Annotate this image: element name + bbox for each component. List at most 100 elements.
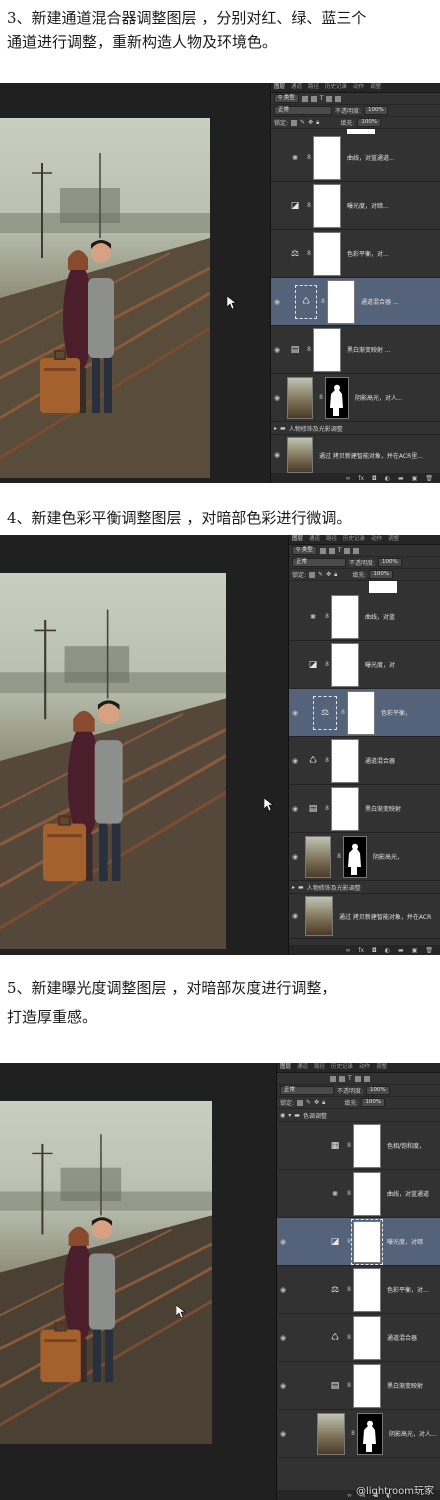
layer-row-black-white[interactable]: ◉ ▤ 8 黑白渐变映射: [289, 785, 440, 833]
tab-channels[interactable]: 通道: [297, 1063, 308, 1072]
layer-row-color-balance[interactable]: ◉ ⚖ 8 色彩平衡，: [289, 689, 440, 737]
lock-image-icon[interactable]: ✎: [318, 571, 323, 578]
layer-row-hue-saturation[interactable]: ▦ 8 色相/饱和度，: [277, 1122, 440, 1170]
type-filter-icon[interactable]: T: [320, 95, 324, 102]
lock-all-icon[interactable]: 🔒︎: [322, 1099, 325, 1107]
fill-input[interactable]: 100%: [357, 118, 382, 127]
smart-filter-icon[interactable]: [363, 1075, 370, 1082]
visibility-icon[interactable]: ◉: [277, 1382, 289, 1390]
layer-group-row[interactable]: ◉ ▾ ▬ 色调调整: [277, 1109, 440, 1122]
link-layers-icon[interactable]: ∞: [347, 1492, 352, 1499]
adjustment-filter-icon[interactable]: [310, 95, 317, 102]
lock-transparent-icon[interactable]: [297, 1099, 304, 1106]
add-mask-icon[interactable]: ◘: [372, 947, 377, 954]
layer-row-color-balance[interactable]: ⚖ 8 色彩平衡，对...: [271, 230, 440, 278]
layer-row-curves[interactable]: ⨳ 8 曲线，对蓝通道: [277, 1170, 440, 1218]
tab-layers[interactable]: 图层: [274, 83, 285, 92]
pixel-filter-icon[interactable]: [301, 95, 308, 102]
new-layer-icon[interactable]: ▣: [412, 475, 418, 482]
chevron-right-icon[interactable]: ▸: [292, 884, 295, 891]
lock-image-icon[interactable]: ✎: [300, 119, 305, 126]
visibility-icon[interactable]: ◉: [289, 853, 301, 861]
layer-group-row[interactable]: ▸ ▬ 人物修饰及光影调整: [289, 881, 440, 894]
lock-image-icon[interactable]: ✎: [306, 1099, 311, 1106]
new-group-icon[interactable]: ▬: [398, 947, 404, 954]
layer-row-exposure[interactable]: ◉ ◪ 8 曝光度，对暗: [277, 1218, 440, 1266]
tab-actions[interactable]: 动作: [371, 535, 382, 544]
layer-filter-dropdown[interactable]: ⚲ 类型: [274, 94, 299, 103]
tab-layers[interactable]: 图层: [292, 535, 303, 544]
tab-paths[interactable]: 路径: [314, 1063, 325, 1072]
pixel-filter-icon[interactable]: [319, 547, 326, 554]
layer-row-channel-mixer[interactable]: ◉ ♺ 8 通道混合器: [277, 1314, 440, 1362]
lock-transparent-icon[interactable]: [309, 571, 316, 578]
tab-channels[interactable]: 通道: [309, 535, 320, 544]
new-layer-icon[interactable]: ▣: [412, 947, 418, 954]
visibility-icon[interactable]: ◉: [271, 394, 283, 402]
link-layers-icon[interactable]: ∞: [345, 475, 350, 482]
layer-group-row[interactable]: ▸ ▬ 人物修饰及光影调整: [271, 422, 440, 435]
layer-row-exposure[interactable]: ◪ 8 曝光度，对: [289, 641, 440, 689]
visibility-icon[interactable]: ◉: [289, 709, 301, 717]
shape-filter-icon[interactable]: [326, 95, 333, 102]
lock-position-icon[interactable]: ✥: [314, 1099, 319, 1106]
tab-paths[interactable]: 路径: [308, 83, 319, 92]
fill-input[interactable]: 100%: [361, 1098, 386, 1107]
layer-row-shadow-highlight[interactable]: ◉ 8 阴影高光，对人...: [271, 374, 440, 422]
visibility-icon[interactable]: ◉: [271, 346, 283, 354]
layer-row-channel-mixer[interactable]: ◉ ♺ 8 通道混合器 ...: [271, 278, 440, 326]
layer-row-smart-object[interactable]: ◉ 通过 拷贝新建智能对象，并在ACR里...: [271, 435, 440, 476]
fill-input[interactable]: 100%: [369, 570, 394, 579]
layer-row-smart-object[interactable]: ◉ 通过 拷贝新建智能对象，并在ACR: [289, 894, 440, 939]
tab-adjustments[interactable]: 调整: [376, 1063, 387, 1072]
visibility-icon[interactable]: ◉: [280, 1112, 285, 1119]
tab-adjustments[interactable]: 调整: [388, 535, 399, 544]
tab-history[interactable]: 历史记录: [325, 83, 347, 92]
new-adjustment-icon[interactable]: ◐: [385, 947, 390, 954]
visibility-icon[interactable]: ◉: [277, 1430, 289, 1438]
new-group-icon[interactable]: ▬: [398, 475, 404, 482]
link-layers-icon[interactable]: ∞: [345, 947, 350, 954]
tab-adjustments[interactable]: 调整: [370, 83, 381, 92]
visibility-icon[interactable]: ◉: [289, 805, 301, 813]
adjustment-filter-icon[interactable]: [328, 547, 335, 554]
opacity-input[interactable]: 100%: [364, 106, 388, 115]
lock-all-icon[interactable]: 🔒︎: [316, 119, 319, 127]
pixel-filter-icon[interactable]: [330, 1075, 336, 1082]
visibility-icon[interactable]: ◉: [271, 451, 283, 459]
lock-position-icon[interactable]: ✥: [326, 571, 331, 578]
visibility-icon[interactable]: ◉: [277, 1334, 289, 1342]
shape-filter-icon[interactable]: [344, 547, 351, 554]
chevron-right-icon[interactable]: ▸: [274, 425, 277, 432]
smart-filter-icon[interactable]: [335, 95, 342, 102]
new-adjustment-icon[interactable]: ◐: [385, 475, 390, 482]
smart-filter-icon[interactable]: [353, 547, 360, 554]
blend-mode-dropdown[interactable]: 正常: [292, 558, 346, 567]
visibility-icon[interactable]: ◉: [289, 912, 301, 920]
tab-history[interactable]: 历史记录: [343, 535, 365, 544]
visibility-icon[interactable]: ◉: [271, 298, 283, 306]
type-filter-icon[interactable]: T: [348, 1075, 352, 1082]
layer-row-channel-mixer[interactable]: ◉ ♺ 8 通道混合器: [289, 737, 440, 785]
tab-paths[interactable]: 路径: [326, 535, 337, 544]
tab-channels[interactable]: 通道: [291, 83, 302, 92]
fx-icon[interactable]: fx: [358, 947, 364, 954]
chevron-down-icon[interactable]: ▾: [288, 1112, 291, 1119]
adjustment-filter-icon[interactable]: [339, 1075, 345, 1082]
layer-row-shadow-highlight[interactable]: ◉ 8 阴影高光，: [289, 833, 440, 881]
lock-transparent-icon[interactable]: [291, 119, 298, 126]
layer-row-exposure[interactable]: ◪ 8 曝光度，对暗...: [271, 182, 440, 230]
layer-row-color-balance[interactable]: ◉ ⚖ 8 色彩平衡，对...: [277, 1266, 440, 1314]
lock-all-icon[interactable]: 🔒︎: [334, 571, 337, 579]
tab-layers[interactable]: 图层: [280, 1063, 291, 1072]
layer-row-curves[interactable]: ⨳ 8 曲线，对蓝: [289, 593, 440, 641]
layer-row-curves[interactable]: ⨳ 8 曲线，对蓝通道...: [271, 134, 440, 182]
layer-row-black-white[interactable]: ◉ ▤ 8 黑白渐变映射: [277, 1362, 440, 1410]
shape-filter-icon[interactable]: [354, 1075, 361, 1082]
tab-actions[interactable]: 动作: [359, 1063, 370, 1072]
layer-filter-dropdown[interactable]: ⚲ 类型: [292, 546, 317, 555]
blend-mode-dropdown[interactable]: 正常: [280, 1086, 334, 1095]
visibility-icon[interactable]: ◉: [289, 757, 301, 765]
lock-position-icon[interactable]: ✥: [308, 119, 313, 126]
type-filter-icon[interactable]: T: [338, 547, 342, 554]
